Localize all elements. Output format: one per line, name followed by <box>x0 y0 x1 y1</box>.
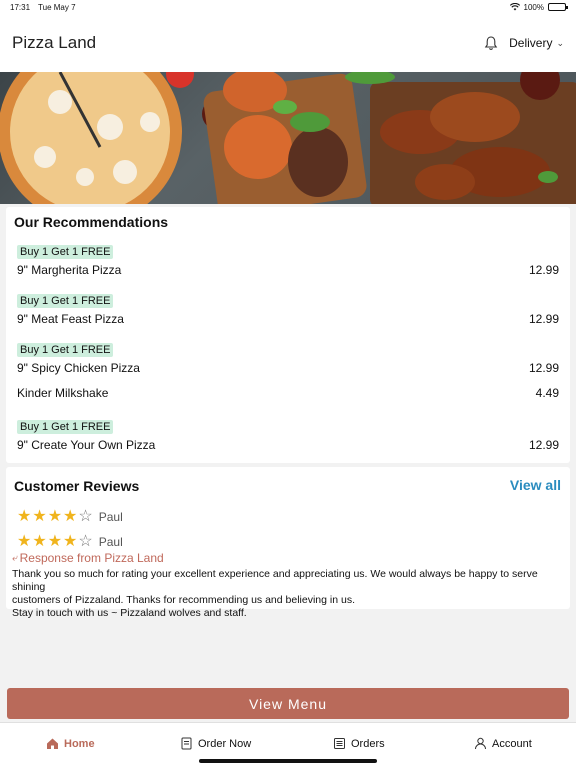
app-header: Pizza Land Delivery ⌄ <box>0 14 576 72</box>
response-line: Stay in touch with us ~ Pizzaland wolves… <box>12 607 247 619</box>
item-name: 9" Meat Feast Pizza <box>17 312 124 326</box>
tab-label: Order Now <box>198 737 252 750</box>
home-icon <box>47 738 58 749</box>
reviewer-name: Paul <box>98 535 123 549</box>
menu-item[interactable]: Buy 1 Get 1 FREE 9" Create Your Own Pizz… <box>17 417 559 452</box>
star-filled-icon: ★ <box>63 508 78 525</box>
star-filled-icon: ★ <box>32 508 47 525</box>
tab-orders[interactable]: Orders <box>333 737 385 750</box>
star-empty-icon: ☆ <box>78 508 93 525</box>
item-name: 9" Margherita Pizza <box>17 263 122 277</box>
menu-item[interactable]: Buy 1 Get 1 FREE 9" Margherita Pizza 12.… <box>17 242 559 277</box>
user-icon <box>475 737 486 750</box>
wifi-icon <box>509 3 520 11</box>
recommendations-card: Our Recommendations Buy 1 Get 1 FREE 9" … <box>6 207 570 463</box>
response-text: Thank you so much for rating your excell… <box>12 568 566 620</box>
promo-badge: Buy 1 Get 1 FREE <box>17 420 114 434</box>
item-price: 12.99 <box>528 263 559 277</box>
response-line: Thank you so much for rating your excell… <box>12 568 538 593</box>
order-icon <box>181 737 192 750</box>
reviewer-name: Paul <box>98 510 123 524</box>
star-rating: ★ ★ ★ ★ ☆ <box>17 509 93 525</box>
reviews-title: Customer Reviews <box>14 478 140 494</box>
menu-item[interactable]: Buy 1 Get 1 FREE 9" Spicy Chicken Pizza … <box>17 340 559 375</box>
item-name: 9" Spicy Chicken Pizza <box>17 361 140 375</box>
star-filled-icon: ★ <box>63 533 78 550</box>
promo-badge: Buy 1 Get 1 FREE <box>17 343 114 357</box>
view-all-link[interactable]: View all <box>510 477 561 493</box>
promo-badge: Buy 1 Get 1 FREE <box>17 294 114 308</box>
bell-icon[interactable] <box>483 35 499 51</box>
battery-percent: 100% <box>523 2 544 12</box>
chevron-down-icon: ⌄ <box>556 37 564 48</box>
view-menu-button[interactable]: View Menu <box>7 688 569 719</box>
promo-badge: Buy 1 Get 1 FREE <box>17 245 114 259</box>
status-bar: 17:31 Tue May 7 100% <box>0 0 576 14</box>
item-name: Kinder Milkshake <box>17 386 109 400</box>
star-filled-icon: ★ <box>47 533 63 550</box>
tab-label: Orders <box>351 737 385 750</box>
battery-icon <box>548 3 568 11</box>
tab-label: Account <box>492 737 532 750</box>
menu-item[interactable]: Buy 1 Get 1 FREE 9" Meat Feast Pizza 12.… <box>17 291 559 326</box>
food-banner-image <box>0 72 576 204</box>
item-name: 9" Create Your Own Pizza <box>17 438 156 452</box>
reply-icon: ⤶ <box>12 552 18 564</box>
recommendations-title: Our Recommendations <box>14 214 169 230</box>
star-filled-icon: ★ <box>17 508 32 525</box>
tab-order-now[interactable]: Order Now <box>180 737 251 750</box>
hero-banner <box>0 72 576 204</box>
review-item[interactable]: ★ ★ ★ ★ ☆ Paul <box>17 509 123 525</box>
item-price: 12.99 <box>528 361 559 375</box>
item-price: 4.49 <box>535 386 559 400</box>
app-title: Pizza Land <box>12 33 97 52</box>
star-rating: ★ ★ ★ ★ ☆ <box>17 534 93 550</box>
star-empty-icon: ☆ <box>78 533 93 550</box>
list-icon <box>334 738 345 749</box>
response-label: Response from Pizza Land <box>19 551 164 565</box>
status-date: Tue May 7 <box>38 2 76 12</box>
star-filled-icon: ★ <box>17 533 32 550</box>
review-item[interactable]: ★ ★ ★ ★ ☆ Paul <box>17 534 123 550</box>
star-filled-icon: ★ <box>32 533 47 550</box>
delivery-dropdown[interactable]: Delivery ⌄ <box>509 36 564 50</box>
reviews-card: Customer Reviews View all ★ ★ ★ ★ ☆ Paul… <box>6 467 570 619</box>
tab-home[interactable]: Home <box>46 737 95 750</box>
status-time: 17:31 <box>10 2 31 12</box>
menu-item[interactable]: Kinder Milkshake 4.49 <box>17 383 559 400</box>
tab-label: Home <box>64 737 95 750</box>
owner-response: ⤶ Response from Pizza Land <box>12 551 164 565</box>
response-line: customers of Pizzaland. Thanks for recom… <box>12 594 355 606</box>
delivery-label: Delivery <box>509 36 553 50</box>
item-price: 12.99 <box>528 438 559 452</box>
home-indicator <box>199 759 377 763</box>
tab-account[interactable]: Account <box>474 737 532 750</box>
star-filled-icon: ★ <box>47 508 63 525</box>
item-price: 12.99 <box>528 312 559 326</box>
